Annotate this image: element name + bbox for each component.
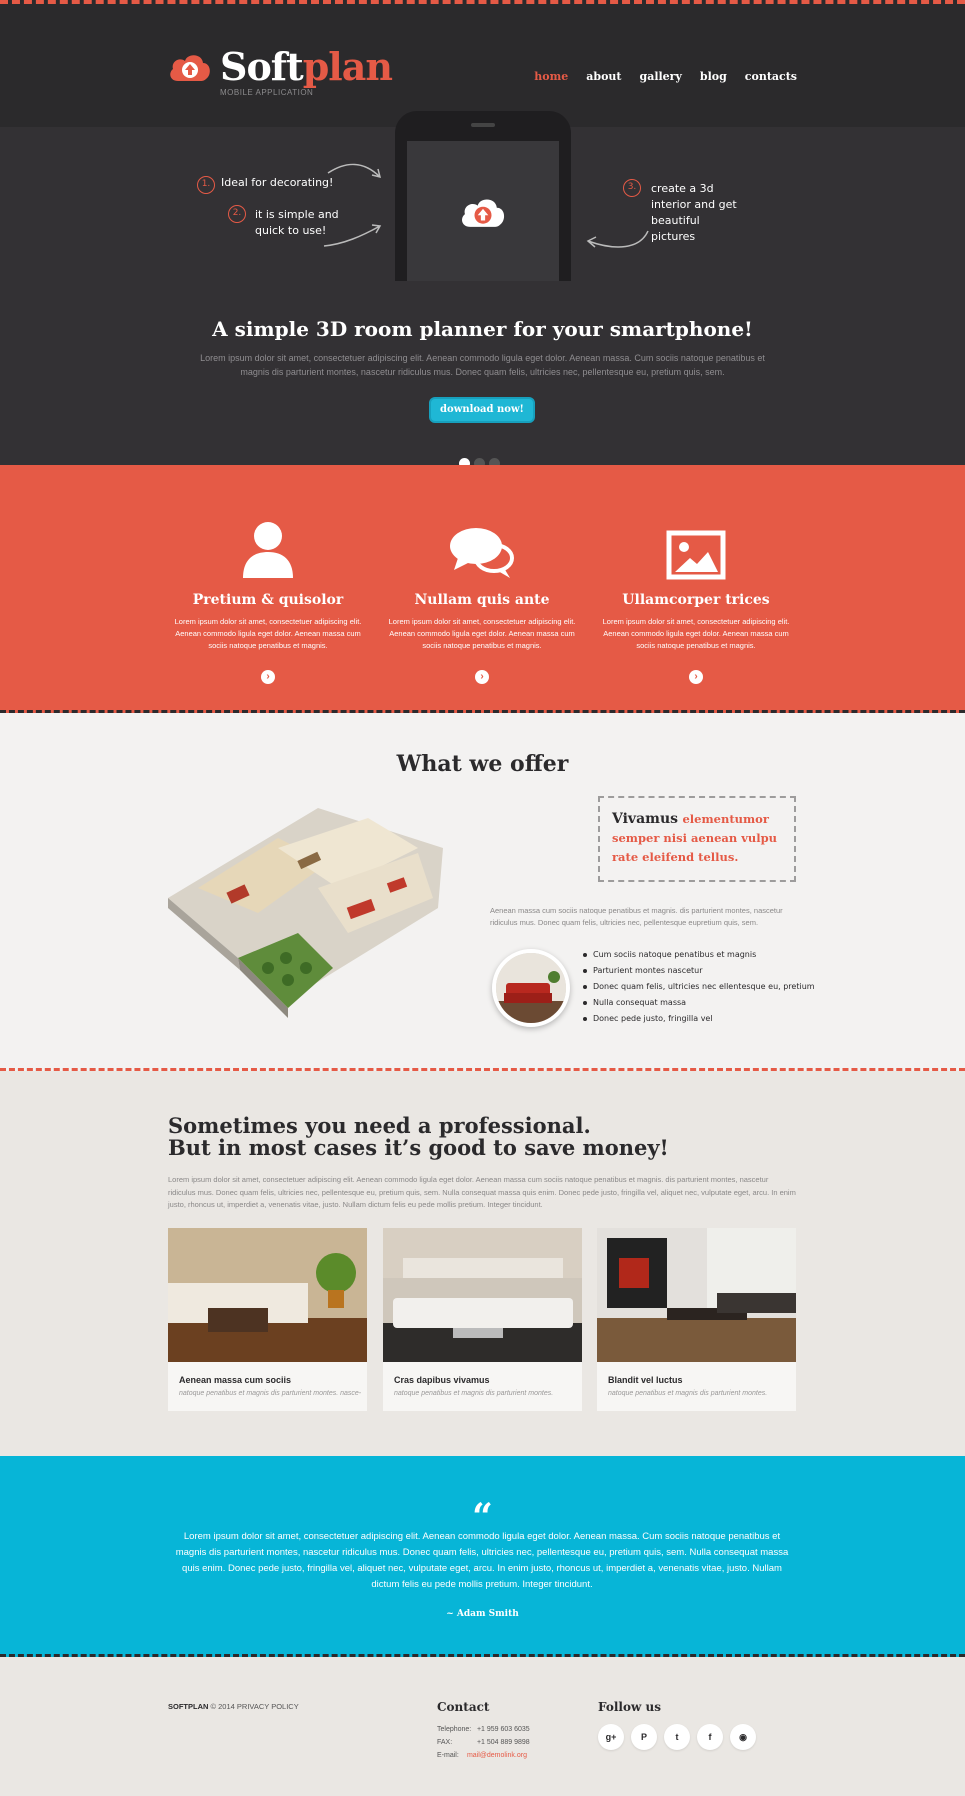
note-number: 1.	[197, 176, 215, 194]
fax-value: +1 504 889 9898	[476, 1739, 530, 1746]
follow-title: Follow us	[598, 1700, 661, 1714]
professional-section: Sometimes you need a professional. But i…	[0, 1071, 965, 1456]
list-item: Donec pede justo, fringilla vel	[583, 1011, 815, 1027]
gallery-card[interactable]: Blandit vel luctus natoque penatibus et …	[597, 1228, 796, 1411]
phone-screen	[407, 141, 559, 281]
title-line-2: But in most cases it’s good to save mone…	[168, 1135, 669, 1160]
fax-label: FAX:	[437, 1739, 453, 1746]
arrow-icon	[586, 230, 649, 248]
note-number: 3.	[623, 179, 641, 197]
image-icon	[666, 530, 726, 580]
arrow-icon	[323, 224, 382, 247]
note-text: Ideal for decorating!	[221, 176, 334, 189]
social-links: g+ P t f ◉	[598, 1724, 756, 1750]
email-link[interactable]: mail@demolink.org	[467, 1752, 527, 1759]
phone-value: +1 959 603 6035	[476, 1726, 530, 1733]
tagline: MOBILE APPLICATION	[220, 88, 314, 97]
contact-list: Telephone: +1 959 603 6035 FAX: +1 504 8…	[437, 1723, 530, 1762]
brand-name: Softplan	[220, 44, 393, 89]
nav-contacts[interactable]: contacts	[745, 70, 797, 83]
note-text: create a 3d interior and get beautiful p…	[651, 182, 737, 243]
site-header: Softplan MOBILE APPLICATION home about g…	[0, 0, 965, 127]
card-title: Cras dapibus vivamus	[394, 1375, 490, 1385]
hero-slider: 1. Ideal for decorating! 2. it is simple a…	[0, 111, 965, 469]
phone-speaker	[471, 123, 495, 127]
list-item: Donec quam felis, ultricies nec ellentes…	[583, 979, 815, 995]
features-section: Pretium & quisolor Lorem ipsum dolor sit…	[0, 465, 965, 713]
phone-mockup	[395, 111, 571, 281]
copyright: SOFTPLAN © 2014 PRIVACY POLICY	[168, 1702, 299, 1711]
sofa-image	[496, 953, 566, 1023]
feature-card: Nullam quis ante Lorem ipsum dolor sit a…	[382, 465, 582, 684]
privacy-policy-link[interactable]: © 2014 PRIVACY POLICY	[211, 1702, 299, 1711]
list-item: Nulla consequat massa	[583, 995, 815, 1011]
feature-card: Ullamcorper trices Lorem ipsum dolor sit…	[596, 465, 796, 684]
facebook-icon[interactable]: f	[697, 1724, 723, 1750]
card-text: natoque penatibus et magnis dis parturie…	[394, 1390, 554, 1397]
download-button[interactable]: download now!	[429, 397, 535, 423]
site-footer: SOFTPLAN © 2014 PRIVACY POLICY Contact T…	[0, 1657, 965, 1796]
feature-text: Lorem ipsum dolor sit amet, consectetuer…	[174, 617, 362, 650]
twitter-icon[interactable]: t	[664, 1724, 690, 1750]
card-text: natoque penatibus et magnis dis parturie…	[608, 1390, 768, 1397]
nav-about[interactable]: about	[586, 70, 621, 83]
testimonial-section: “ Lorem ipsum dolor sit amet, consectetu…	[0, 1456, 965, 1657]
offer-section: What we offer Vivamus elementumor semper…	[0, 713, 965, 1071]
testimonial-author: ~ Adam Smith	[446, 1609, 519, 1619]
section-title: What we offer	[396, 751, 569, 777]
card-text: natoque penatibus et magnis dis parturie…	[179, 1390, 362, 1397]
hero-text: Lorem ipsum dolor sit amet, consectetuer…	[200, 353, 765, 377]
email-label: E-mail:	[437, 1752, 459, 1759]
card-title: Blandit vel luctus	[608, 1375, 683, 1385]
room-image	[383, 1228, 582, 1362]
logo[interactable]: Softplan	[168, 44, 393, 89]
phone-label: Telephone:	[437, 1726, 472, 1733]
room-image	[168, 1228, 367, 1362]
gallery-card[interactable]: Cras dapibus vivamus natoque penatibus e…	[383, 1228, 582, 1411]
gallery-card[interactable]: Aenean massa cum sociis natoque penatibu…	[168, 1228, 367, 1411]
feature-title: Ullamcorper trices	[622, 592, 770, 608]
google-plus-icon[interactable]: g+	[598, 1724, 624, 1750]
floor-plan-image	[168, 808, 443, 1018]
feature-card: Pretium & quisolor Lorem ipsum dolor sit…	[168, 465, 368, 684]
feature-title: Nullam quis ante	[414, 592, 550, 608]
testimonial-text: Lorem ipsum dolor sit amet, consectetuer…	[175, 1531, 789, 1590]
card-title: Aenean massa cum sociis	[179, 1375, 292, 1385]
contact-title: Contact	[437, 1700, 490, 1714]
room-image	[597, 1228, 796, 1362]
offer-bullet-list: Cum sociis natoque penatibus et magnis P…	[583, 947, 815, 1027]
feature-title: Pretium & quisolor	[192, 592, 344, 608]
hero-note-1: 1. Ideal for decorating!	[197, 175, 333, 194]
section-title: Sometimes you need a professional. But i…	[168, 1115, 669, 1159]
arrow-right-icon[interactable]: ›	[475, 670, 489, 684]
offer-text: Aenean massa cum sociis natoque penatibu…	[490, 906, 783, 927]
cloud-upload-icon	[170, 54, 210, 81]
nav-gallery[interactable]: gallery	[640, 70, 682, 83]
room-thumbnail	[492, 949, 570, 1027]
feature-text: Lorem ipsum dolor sit amet, consectetuer…	[602, 617, 790, 650]
pinterest-icon[interactable]: P	[631, 1724, 657, 1750]
footer-brand: SOFTPLAN	[168, 1702, 209, 1711]
title-line-1: Sometimes you need a professional.	[168, 1113, 591, 1138]
rss-icon[interactable]: ◉	[730, 1724, 756, 1750]
list-item: Parturient montes nascetur	[583, 963, 815, 979]
nav-blog[interactable]: blog	[700, 70, 727, 83]
section-text: Lorem ipsum dolor sit amet, consectetuer…	[168, 1175, 796, 1209]
arrow-icon	[327, 163, 382, 179]
arrow-right-icon[interactable]: ›	[689, 670, 703, 684]
hero-title: A simple 3D room planner for your smartp…	[212, 317, 753, 341]
highlight-quote: Vivamus elementumor semper nisi aenean v…	[598, 796, 796, 882]
note-number: 2.	[228, 205, 246, 223]
list-item: Cum sociis natoque penatibus et magnis	[583, 947, 815, 963]
feature-text: Lorem ipsum dolor sit amet, consectetuer…	[388, 617, 576, 650]
quote-lead: Vivamus	[612, 811, 679, 827]
arrow-right-icon[interactable]: ›	[261, 670, 275, 684]
nav-home[interactable]: home	[534, 70, 568, 83]
chat-icon	[450, 528, 514, 578]
main-nav: home about gallery blog contacts	[534, 70, 797, 83]
cloud-upload-icon	[462, 199, 505, 227]
user-icon	[243, 522, 293, 578]
